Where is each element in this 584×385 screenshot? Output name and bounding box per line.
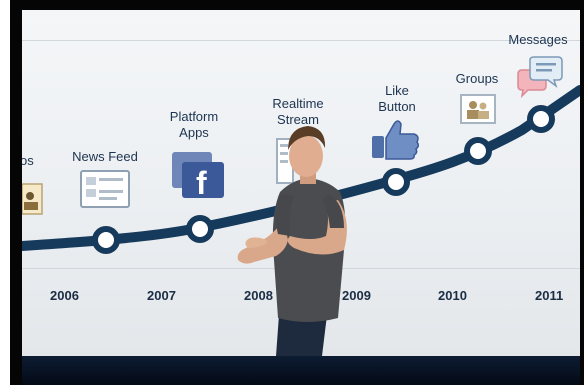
image-frame: os News Feed Platform Apps Realtime Stre… <box>0 0 584 385</box>
presenter-figure <box>237 126 347 356</box>
photo: os News Feed Platform Apps Realtime Stre… <box>10 0 584 385</box>
presentation-screen: os News Feed Platform Apps Realtime Stre… <box>22 10 580 356</box>
stage-floor <box>22 356 580 385</box>
